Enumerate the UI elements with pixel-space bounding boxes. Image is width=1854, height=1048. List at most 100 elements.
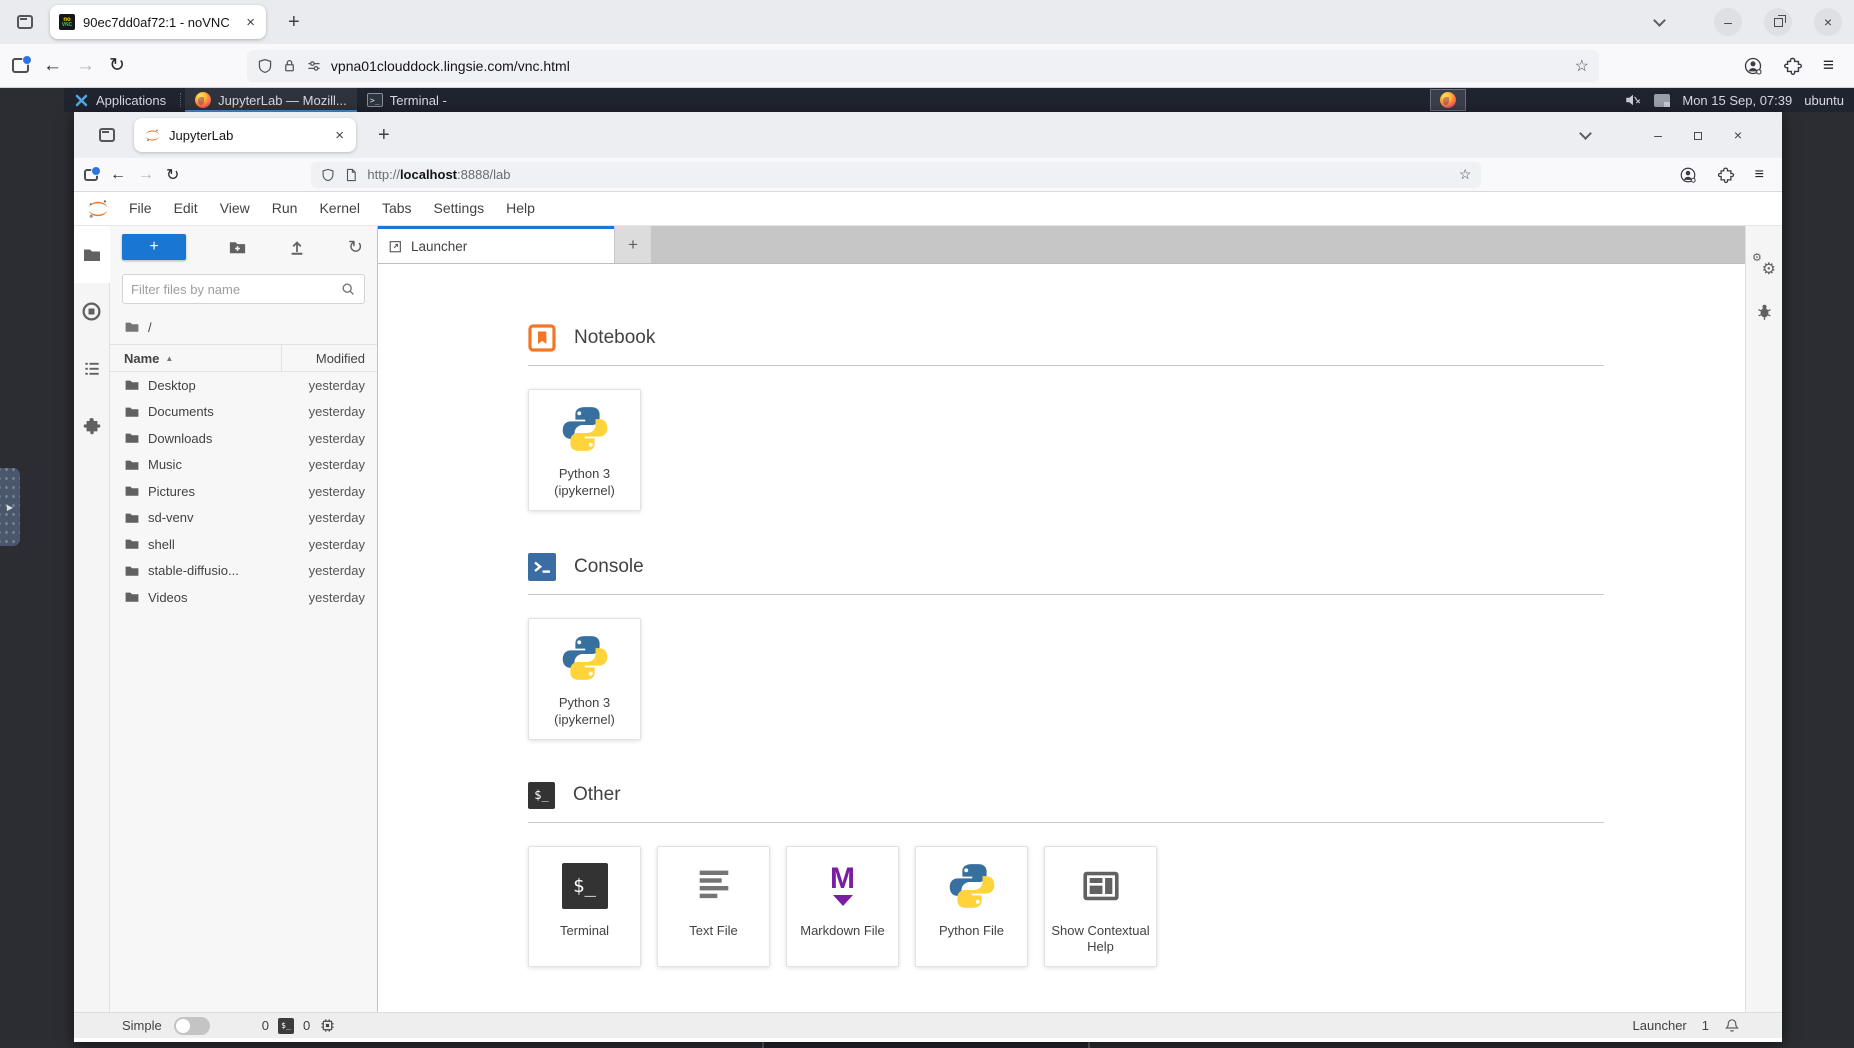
firefox-new-tab-button[interactable]: + [372, 124, 396, 147]
new-launcher-button[interactable]: + [122, 234, 186, 260]
panel-separator [180, 93, 181, 107]
sidebar-tab-running[interactable] [74, 283, 110, 340]
host-sidebar-toggle-button[interactable] [12, 58, 29, 73]
launcher-card-python-3-ipykernel[interactable]: Python 3 (ipykernel) [528, 618, 641, 740]
firefox-sidebar-toggle-button[interactable] [84, 169, 98, 181]
launcher-card-terminal[interactable]: $_Terminal [528, 846, 641, 968]
bookmark-star-icon[interactable]: ☆ [1459, 166, 1472, 183]
panel-user[interactable]: ubuntu [1804, 93, 1844, 108]
bookmark-star-icon[interactable]: ☆ [1575, 56, 1589, 76]
panel-drawer-handle[interactable]: ▶ [0, 468, 20, 546]
volume-muted-icon[interactable] [1624, 92, 1642, 108]
account-icon[interactable] [1743, 56, 1763, 76]
launcher-card-markdown-file[interactable]: M Markdown File [786, 846, 899, 968]
firefox-forward-button[interactable]: → [138, 166, 154, 184]
launcher-card-python-3-ipykernel[interactable]: Python 3 (ipykernel) [528, 389, 641, 511]
host-maximize-button[interactable] [1764, 8, 1792, 36]
sidebar-tab-property-inspector[interactable]: ⚙ ⚙ [1753, 256, 1775, 276]
file-row[interactable]: stable-diffusio...yesterday [110, 558, 377, 585]
extensions-puzzle-icon[interactable] [1717, 166, 1735, 184]
sidebar-tab-file-browser[interactable] [74, 226, 110, 283]
sidebar-toggle-icon [84, 169, 98, 181]
filter-files-input[interactable] [131, 282, 340, 297]
app-menu-icon[interactable]: ≡ [1755, 166, 1764, 184]
menu-settings[interactable]: Settings [423, 200, 496, 216]
firefox-window: JupyterLab × + – × ← → ↻ [74, 112, 1782, 1042]
firefox-url-bar[interactable]: http://localhost:8888/lab ☆ [311, 162, 1481, 188]
permissions-icon [306, 58, 322, 74]
file-row[interactable]: Desktopyesterday [110, 372, 377, 399]
column-header-modified[interactable]: Modified [281, 345, 377, 371]
firefox-tab-close-icon[interactable]: × [333, 127, 346, 144]
menu-kernel[interactable]: Kernel [308, 200, 370, 216]
file-row[interactable]: shellyesterday [110, 531, 377, 558]
firefox-close-button[interactable]: × [1718, 127, 1758, 143]
host-close-button[interactable]: × [1814, 8, 1842, 36]
firefox-reload-button[interactable]: ↻ [166, 165, 179, 185]
menu-run[interactable]: Run [261, 200, 309, 216]
firefox-back-button[interactable]: ← [110, 166, 126, 184]
firefox-tab-jupyterlab[interactable]: JupyterLab × [134, 118, 356, 152]
extensions-puzzle-icon[interactable] [1783, 56, 1803, 76]
folder-icon [124, 404, 140, 420]
tray-firefox-button[interactable] [1430, 89, 1466, 111]
firefox-view-button-inner[interactable] [92, 120, 122, 150]
file-row[interactable]: Documentsyesterday [110, 399, 377, 426]
host-url-bar[interactable]: vpna01clouddock.lingsie.com/vnc.html ☆ [247, 50, 1599, 82]
upload-icon[interactable] [288, 238, 306, 256]
host-reload-button[interactable]: ↻ [109, 54, 125, 77]
menu-tabs[interactable]: Tabs [371, 200, 423, 216]
file-browser-toolbar: + ↻ [110, 226, 377, 268]
menu-help[interactable]: Help [495, 200, 546, 216]
debugger-bug-icon[interactable] [1755, 302, 1774, 321]
launcher-card-show-contextual-help[interactable]: Show Contextual Help [1044, 846, 1157, 968]
launcher-section-other: $_ Other $_Terminal Text File M Markdown… [528, 782, 1604, 968]
menu-file[interactable]: File [118, 200, 163, 216]
file-row[interactable]: Downloadsyesterday [110, 425, 377, 452]
novnc-favicon: noVNC [59, 14, 75, 30]
file-row[interactable]: Videosyesterday [110, 584, 377, 611]
current-activity-label[interactable]: Launcher [1633, 1018, 1687, 1033]
applications-menu-button[interactable]: Applications [64, 88, 176, 112]
sidebar-tab-table-of-contents[interactable] [74, 340, 110, 397]
menu-edit[interactable]: Edit [163, 200, 209, 216]
task-button-jupyterlab[interactable]: JupyterLab — Mozill... [185, 88, 357, 112]
firefox-view-button[interactable] [10, 7, 40, 37]
new-folder-icon[interactable] [228, 238, 247, 257]
simple-mode-toggle[interactable] [174, 1017, 210, 1035]
file-row[interactable]: Musicyesterday [110, 452, 377, 479]
tab-launcher[interactable]: Launcher [378, 226, 614, 263]
host-back-button[interactable]: ← [43, 55, 62, 77]
host-tab-close-icon[interactable]: × [244, 14, 257, 31]
breadcrumb[interactable]: / [110, 314, 377, 344]
launcher-card-python-file[interactable]: Python File [915, 846, 1028, 968]
sidebar-tab-extensions[interactable] [74, 397, 110, 454]
card-label: Text File [689, 923, 737, 940]
app-menu-icon[interactable]: ≡ [1823, 55, 1834, 77]
notes-applet-icon[interactable] [1654, 94, 1670, 107]
task-button-terminal[interactable]: >_ Terminal - [357, 88, 457, 112]
tab-list-chevron-icon[interactable] [1653, 14, 1666, 27]
file-row[interactable]: sd-venvyesterday [110, 505, 377, 532]
terminal-icon: $_ [562, 863, 608, 909]
file-row[interactable]: Picturesyesterday [110, 478, 377, 505]
menu-view[interactable]: View [209, 200, 261, 216]
host-minimize-button[interactable]: – [1714, 8, 1742, 36]
firefox-maximize-button[interactable] [1678, 127, 1718, 143]
firefox-minimize-button[interactable]: – [1638, 127, 1678, 143]
column-header-name[interactable]: Name ▲ [110, 351, 281, 366]
file-modified: yesterday [275, 484, 365, 499]
host-new-tab-button[interactable]: + [282, 11, 306, 34]
python-logo-icon [560, 633, 610, 683]
section-header: Console [528, 553, 1604, 581]
bell-icon[interactable] [1724, 1017, 1740, 1034]
markdown-icon: M [830, 864, 855, 907]
refresh-icon[interactable]: ↻ [348, 237, 363, 258]
firefox-tab-list-chevron-icon[interactable] [1579, 127, 1592, 140]
host-forward-button[interactable]: → [76, 55, 95, 77]
account-icon[interactable] [1679, 166, 1697, 184]
panel-clock[interactable]: Mon 15 Sep, 07:39 [1682, 93, 1792, 108]
host-tab-novnc[interactable]: noVNC 90ec7dd0af72:1 - noVNC × [50, 5, 266, 39]
launcher-card-text-file[interactable]: Text File [657, 846, 770, 968]
add-tab-button[interactable]: + [615, 226, 651, 263]
